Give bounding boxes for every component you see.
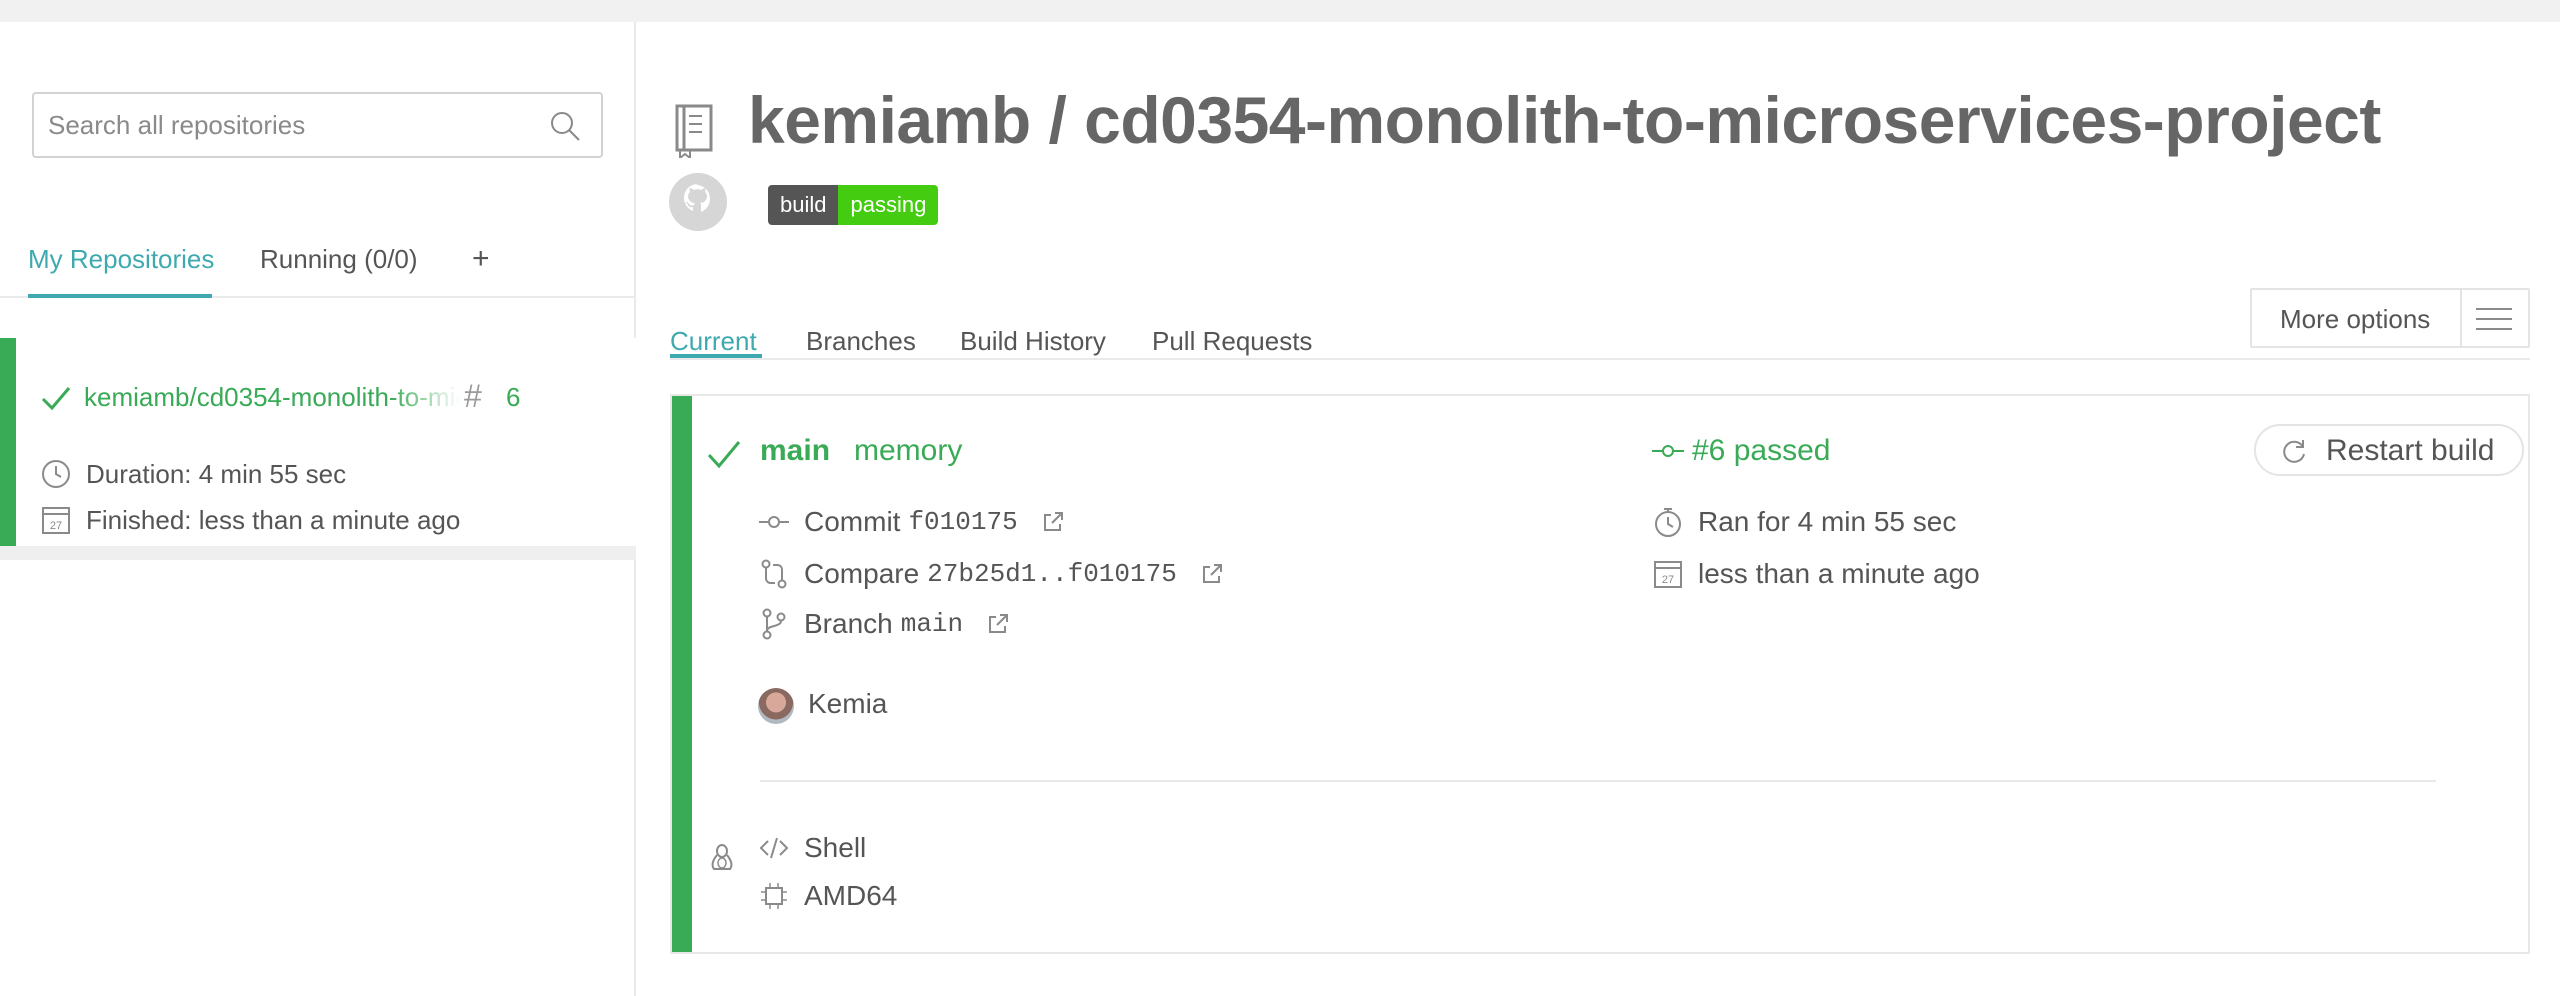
external-link-icon[interactable]	[987, 613, 1009, 635]
repository-search[interactable]	[32, 92, 603, 158]
restart-build-label: Restart build	[2326, 434, 2495, 467]
linux-icon	[711, 844, 733, 870]
branch-row: Branch main	[758, 608, 1009, 640]
repo-name-fade	[390, 378, 460, 418]
branch-icon	[762, 608, 786, 640]
repo-list-end	[0, 546, 636, 560]
duration-text: Duration: 4 min 55 sec	[86, 458, 347, 489]
badge-label: build	[768, 185, 839, 225]
tab-pull-requests[interactable]: Pull Requests	[1152, 326, 1312, 357]
svg-text:27: 27	[50, 520, 62, 532]
more-options-label: More options	[2280, 304, 2431, 334]
build-status[interactable]: #6 passed	[1652, 434, 1830, 468]
window-top-bar	[0, 0, 2560, 22]
clock-icon	[42, 460, 70, 488]
language-text: Shell	[804, 832, 867, 863]
finished-row: 27 less than a minute ago	[1652, 558, 1980, 590]
commit-row: Commit f010175	[758, 506, 1064, 538]
page-title: kemiamb / cd0354-monolith-to-microservic…	[748, 83, 2381, 157]
external-link-icon[interactable]	[1201, 563, 1223, 585]
commit-icon	[759, 516, 789, 528]
compare-label: Compare	[804, 558, 920, 589]
build-status-badge[interactable]: build passing	[768, 185, 939, 225]
language-row: Shell	[758, 832, 866, 864]
commit-message: memory	[854, 434, 963, 467]
status-stripe	[672, 396, 692, 952]
check-icon	[707, 441, 741, 469]
more-options-button[interactable]: More options	[2250, 288, 2530, 348]
commit-icon	[1652, 445, 1684, 457]
branch-value[interactable]: main	[901, 609, 963, 639]
compare-range[interactable]: 27b25d1..f010175	[927, 559, 1177, 589]
tab-running[interactable]: Running (0/0)	[260, 244, 418, 275]
repo-card[interactable]: kemiamb/cd0354-monolith-to-microservices…	[0, 338, 636, 556]
calendar-icon: 27	[42, 507, 70, 534]
finished-text: less than a minute ago	[1698, 558, 1980, 589]
more-options-divider	[2460, 290, 2462, 346]
ran-for-row: Ran for 4 min 55 sec	[1652, 506, 1956, 538]
tab-my-repositories[interactable]: My Repositories	[28, 244, 214, 275]
restart-build-button[interactable]: Restart build	[2254, 424, 2524, 476]
check-icon	[41, 387, 71, 411]
active-tab-indicator	[28, 294, 212, 298]
arch-row: AMD64	[758, 880, 897, 912]
search-icon[interactable]	[549, 110, 581, 142]
repo-finished: 27 Finished: less than a minute ago	[40, 504, 460, 536]
badge-status: passing	[838, 185, 939, 225]
commit-label: Commit	[804, 506, 901, 537]
menu-icon	[2476, 308, 2512, 330]
build-status-text: #6 passed	[1692, 434, 1831, 467]
search-input[interactable]	[48, 94, 538, 156]
avatar	[758, 688, 794, 724]
active-tab-indicator	[670, 354, 762, 358]
compare-icon	[761, 559, 787, 589]
author-name: Kemia	[808, 688, 888, 719]
repo-book-icon	[675, 104, 713, 158]
arch-text: AMD64	[804, 880, 898, 911]
tab-branches[interactable]: Branches	[806, 326, 916, 357]
sidebar: My Repositories Running (0/0) + kemiamb/…	[0, 22, 636, 996]
commit-sha[interactable]: f010175	[908, 507, 1017, 537]
repo-duration: Duration: 4 min 55 sec	[40, 458, 346, 490]
current-build-card: main memory #6 passed Restart build Comm…	[670, 394, 2530, 954]
hash-icon: #	[464, 378, 482, 414]
status-stripe	[0, 338, 16, 556]
cpu-icon	[761, 883, 787, 909]
main-content: kemiamb / cd0354-monolith-to-microservic…	[638, 22, 2560, 996]
external-link-icon[interactable]	[1042, 511, 1064, 533]
code-icon	[759, 837, 789, 859]
ran-for-text: Ran for 4 min 55 sec	[1698, 506, 1957, 537]
tab-build-history[interactable]: Build History	[960, 326, 1106, 357]
build-branch-name[interactable]: main	[760, 434, 830, 468]
build-number-link[interactable]: 6	[506, 382, 520, 413]
add-repository-button[interactable]: +	[472, 242, 490, 276]
branch-label: Branch	[804, 608, 893, 639]
calendar-icon: 27	[1654, 561, 1682, 588]
stopwatch-icon	[1655, 508, 1681, 537]
tab-current[interactable]: Current	[670, 326, 757, 357]
compare-row: Compare 27b25d1..f010175	[758, 558, 1223, 590]
github-icon[interactable]	[668, 172, 728, 232]
restart-icon	[2283, 440, 2305, 463]
finished-text: Finished: less than a minute ago	[86, 504, 461, 535]
svg-text:27: 27	[1662, 574, 1674, 586]
sidebar-tabs: My Repositories Running (0/0) +	[0, 222, 636, 298]
divider	[760, 780, 2436, 782]
